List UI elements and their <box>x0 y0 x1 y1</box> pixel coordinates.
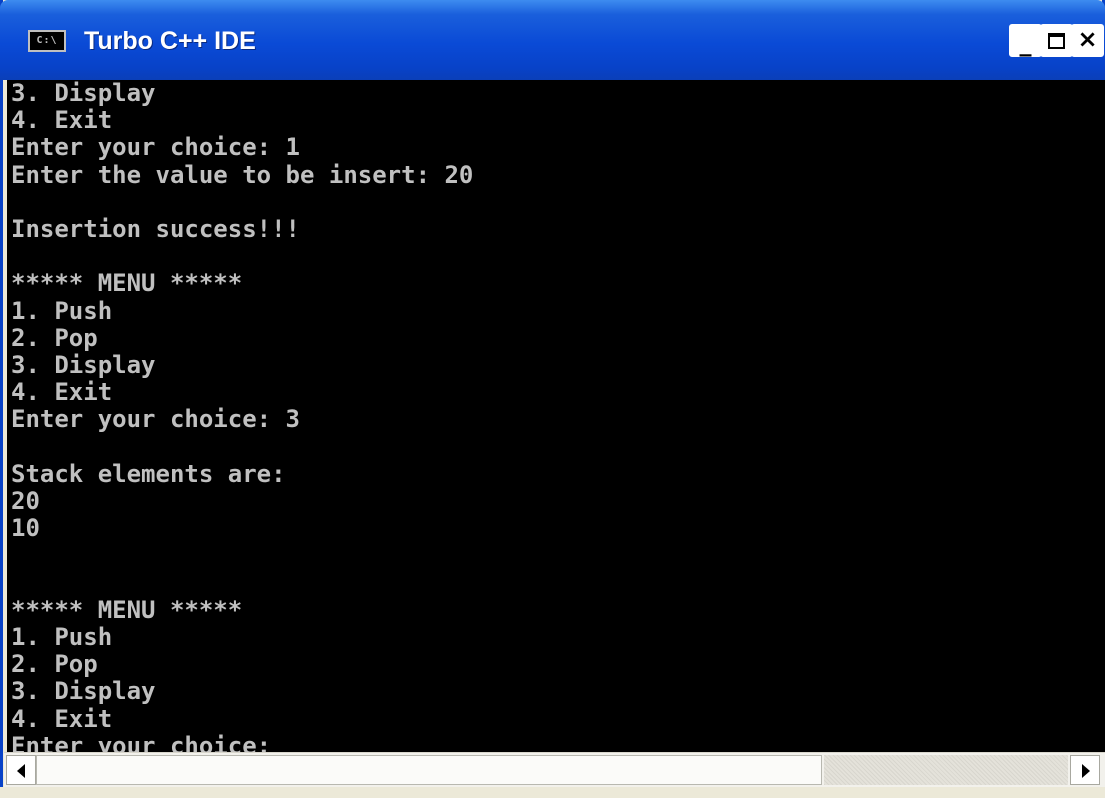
console-icon[interactable]: C:\ <box>28 30 66 52</box>
arrow-right-icon <box>1082 764 1090 778</box>
arrow-left-icon <box>17 764 25 778</box>
maximize-icon <box>1048 33 1065 49</box>
console-window: C:\ Turbo C++ IDE _ × 3. Display 4. Exit… <box>0 0 1105 798</box>
window-title: Turbo C++ IDE <box>84 27 256 55</box>
scroll-left-button[interactable] <box>6 755 36 785</box>
console-output-text: 3. Display 4. Exit Enter your choice: 1 … <box>11 80 474 752</box>
horizontal-scrollbar[interactable] <box>4 752 1105 787</box>
window-bottom-edge <box>0 787 1105 798</box>
minimize-button[interactable]: _ <box>1009 24 1042 57</box>
scrollbar-track[interactable] <box>824 755 1068 785</box>
maximize-button[interactable] <box>1040 24 1073 57</box>
scroll-right-button[interactable] <box>1070 755 1100 785</box>
title-bar[interactable]: C:\ Turbo C++ IDE _ × <box>0 0 1105 80</box>
scrollbar-thumb[interactable] <box>36 755 822 785</box>
close-button[interactable]: × <box>1071 24 1104 57</box>
console-output-area[interactable]: 3. Display 4. Exit Enter your choice: 1 … <box>7 80 1105 752</box>
